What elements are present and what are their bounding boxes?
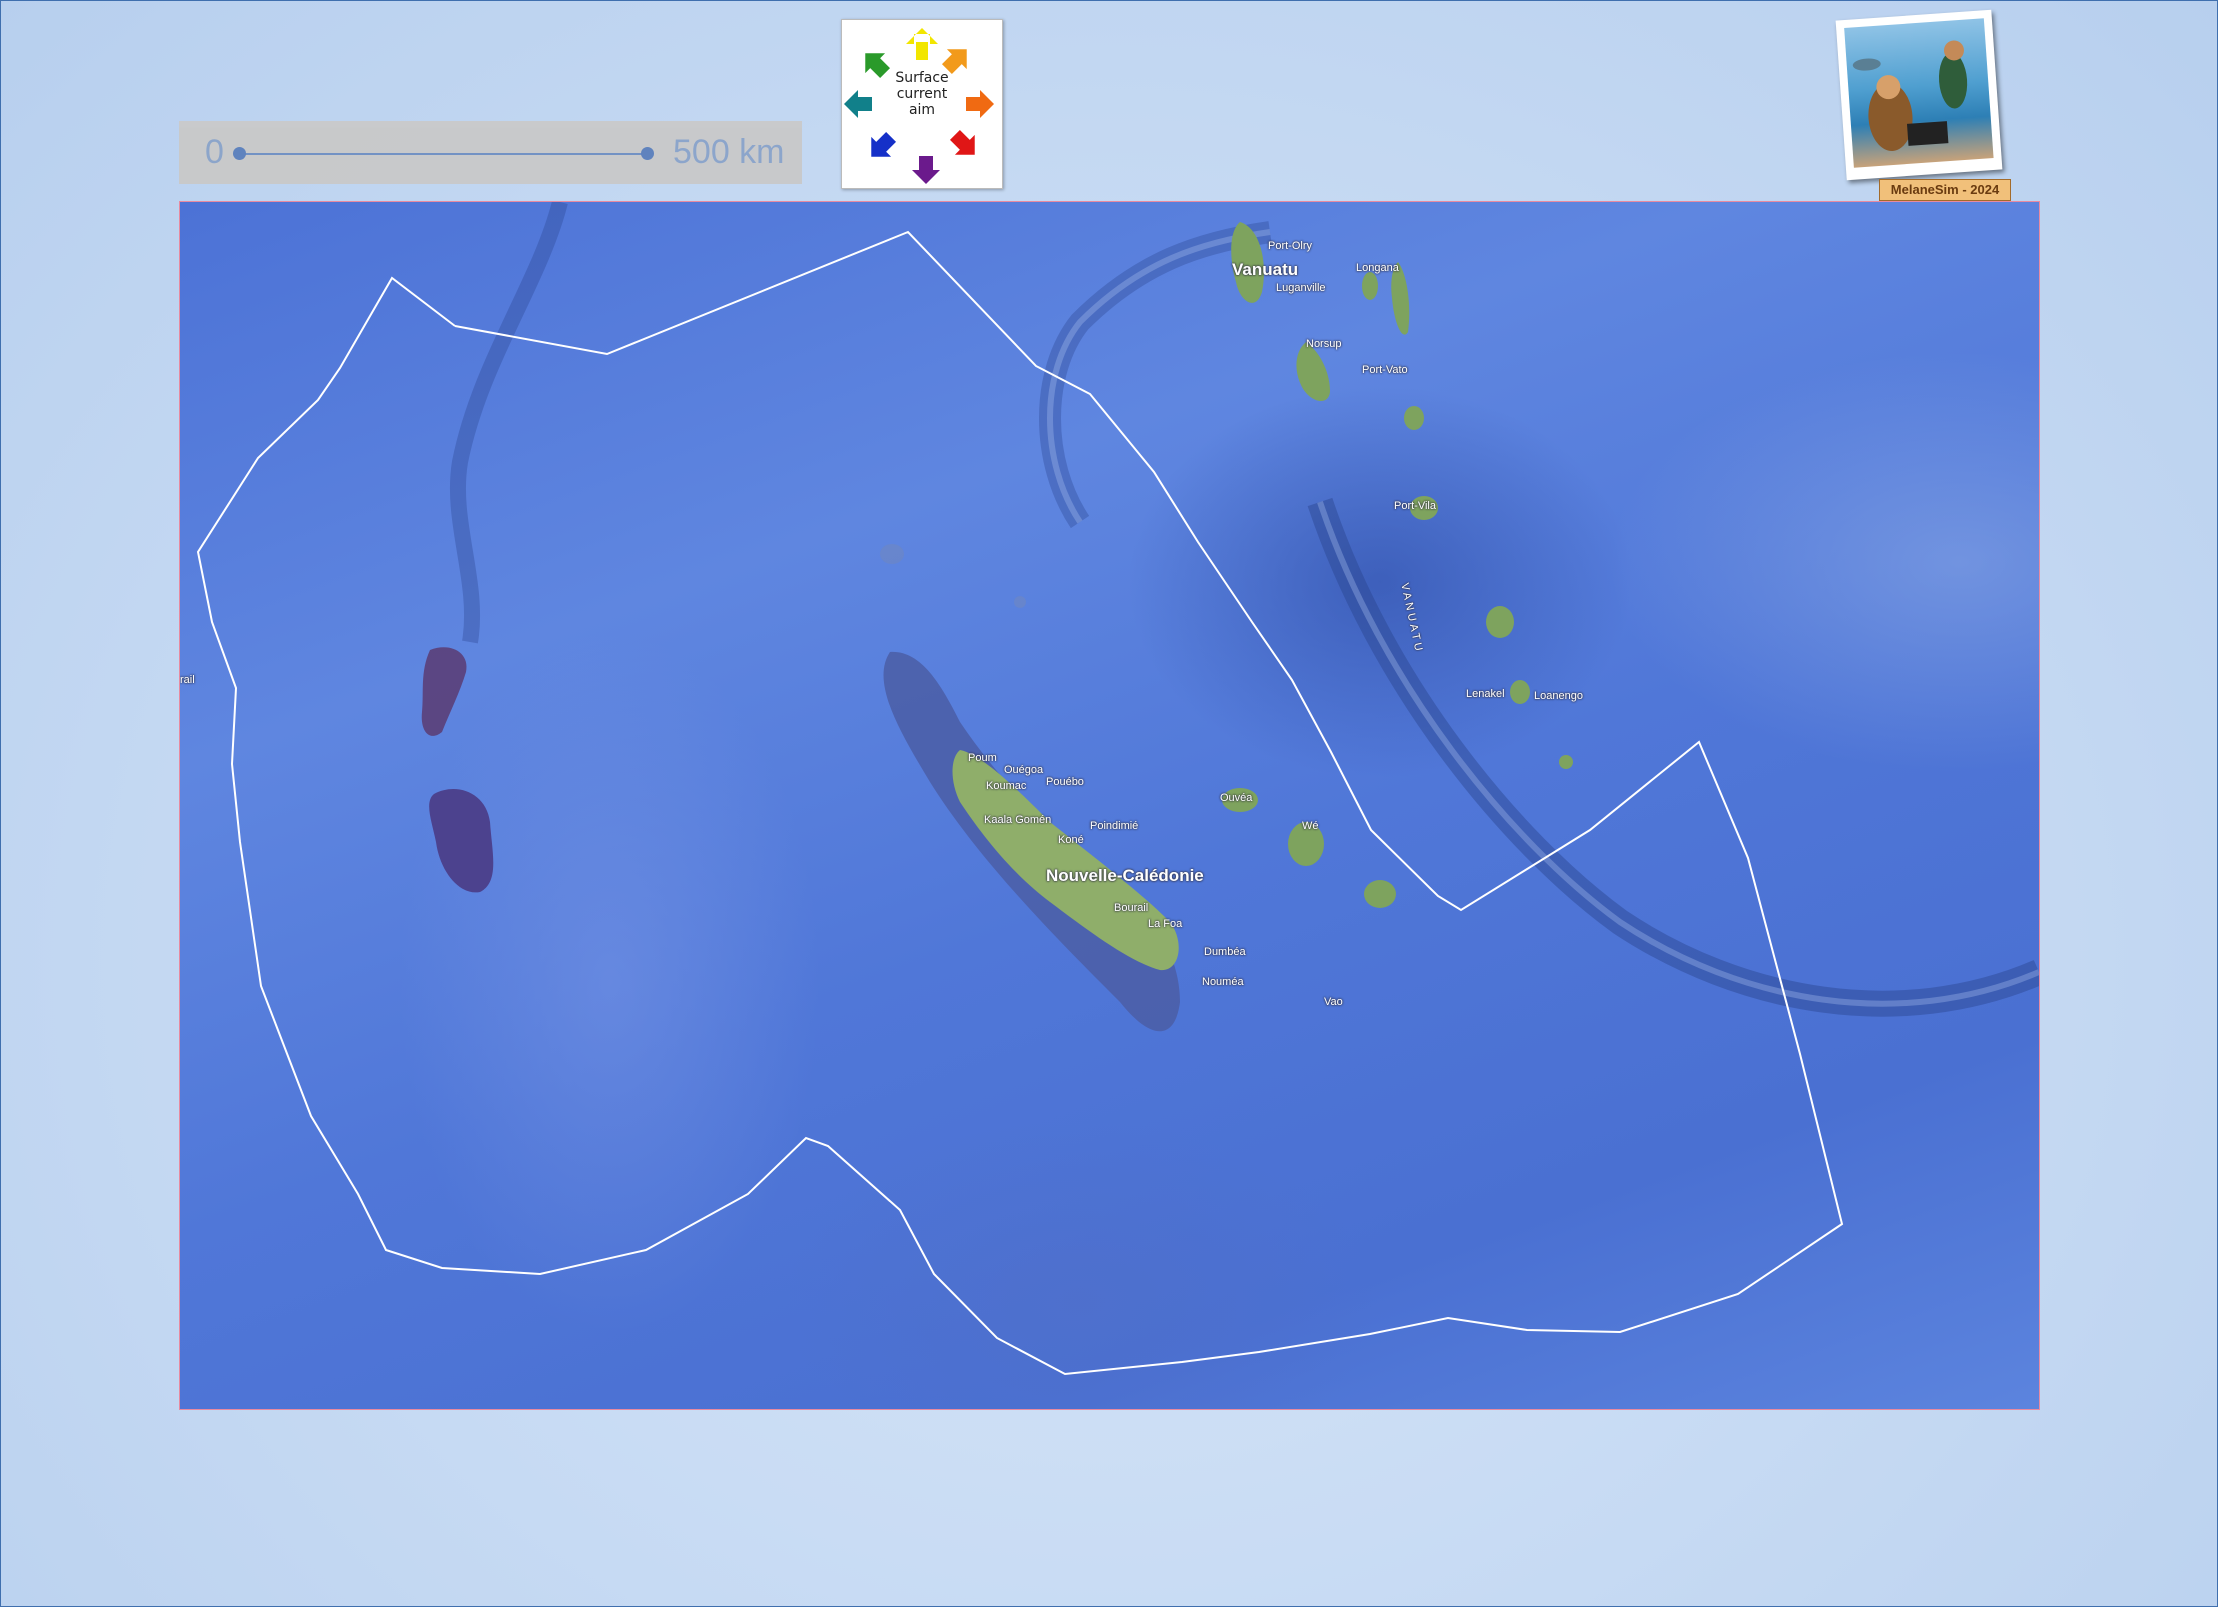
place-kone: Koné <box>1058 834 1084 846</box>
island-aneityum <box>1559 755 1573 769</box>
island-mare <box>1364 880 1396 908</box>
place-nouvelle-caledonie: Nouvelle-Calédonie <box>1046 866 1204 885</box>
melanesim-logo: MelaneSim - 2024 <box>1831 9 2011 201</box>
logo-photo <box>1835 9 2003 181</box>
island-tanna <box>1510 680 1530 704</box>
place-la-foa: La Foa <box>1148 918 1183 930</box>
ridge-west <box>449 202 568 644</box>
scale-end-dot <box>641 147 654 160</box>
reef-north <box>880 544 904 564</box>
place-kaala-gomen: Kaala Gomén <box>984 814 1052 826</box>
logo-illustration <box>1844 18 1994 168</box>
reef-chesterfield <box>421 647 467 736</box>
place-rail-edge: rail <box>180 674 195 686</box>
island-erromango <box>1486 606 1514 638</box>
place-port-olry: Port-Olry <box>1268 240 1312 252</box>
place-vanuatu-label: Vanuatu <box>1232 260 1299 279</box>
map-overlay <box>196 202 2039 1376</box>
legend-label: Surface current aim <box>895 70 949 118</box>
place-dumbea: Dumbéa <box>1204 946 1246 958</box>
place-bourail: Bourail <box>1114 902 1149 914</box>
place-loanengo: Loanengo <box>1534 690 1583 702</box>
place-norsup: Norsup <box>1306 338 1342 350</box>
island-ambae <box>1362 272 1378 300</box>
trench-vanuatu <box>1307 497 2039 1017</box>
scale-start-dot <box>233 147 246 160</box>
place-port-vila: Port-Vila <box>1394 500 1436 512</box>
scale-zero-label: 0 <box>205 133 224 171</box>
place-koumac: Koumac <box>986 780 1027 792</box>
scale-line <box>239 153 649 155</box>
island-malekula <box>1296 342 1330 402</box>
place-vao: Vao <box>1324 996 1343 1008</box>
page-frame: 0 500 km Surface current aim MelaneSim -… <box>0 0 2218 1607</box>
scale-bar: 0 500 km <box>179 121 802 184</box>
place-longana: Longana <box>1356 262 1399 274</box>
map-view[interactable]: Port-Olry Vanuatu Luganville Longana Nor… <box>179 201 2040 1410</box>
place-ouegoa: Ouégoa <box>1004 764 1044 776</box>
place-we: Wé <box>1302 820 1319 832</box>
reef-small <box>1014 596 1026 608</box>
logo-caption: MelaneSim - 2024 <box>1879 179 2011 201</box>
place-ouvea: Ouvéa <box>1220 792 1253 804</box>
place-pouebo: Pouébo <box>1046 776 1084 788</box>
place-poindimie: Poindimié <box>1090 820 1139 832</box>
island-epi <box>1404 406 1424 430</box>
current-legend: Surface current aim <box>841 19 1003 189</box>
place-port-vato: Port-Vato <box>1362 364 1408 376</box>
place-luganville: Luganville <box>1276 282 1326 294</box>
scale-max-label: 500 km <box>673 133 785 171</box>
place-lenakel: Lenakel <box>1466 688 1505 700</box>
place-poum: Poum <box>968 752 997 764</box>
reef-bellona <box>429 789 494 893</box>
place-noumea: Nouméa <box>1202 976 1244 988</box>
